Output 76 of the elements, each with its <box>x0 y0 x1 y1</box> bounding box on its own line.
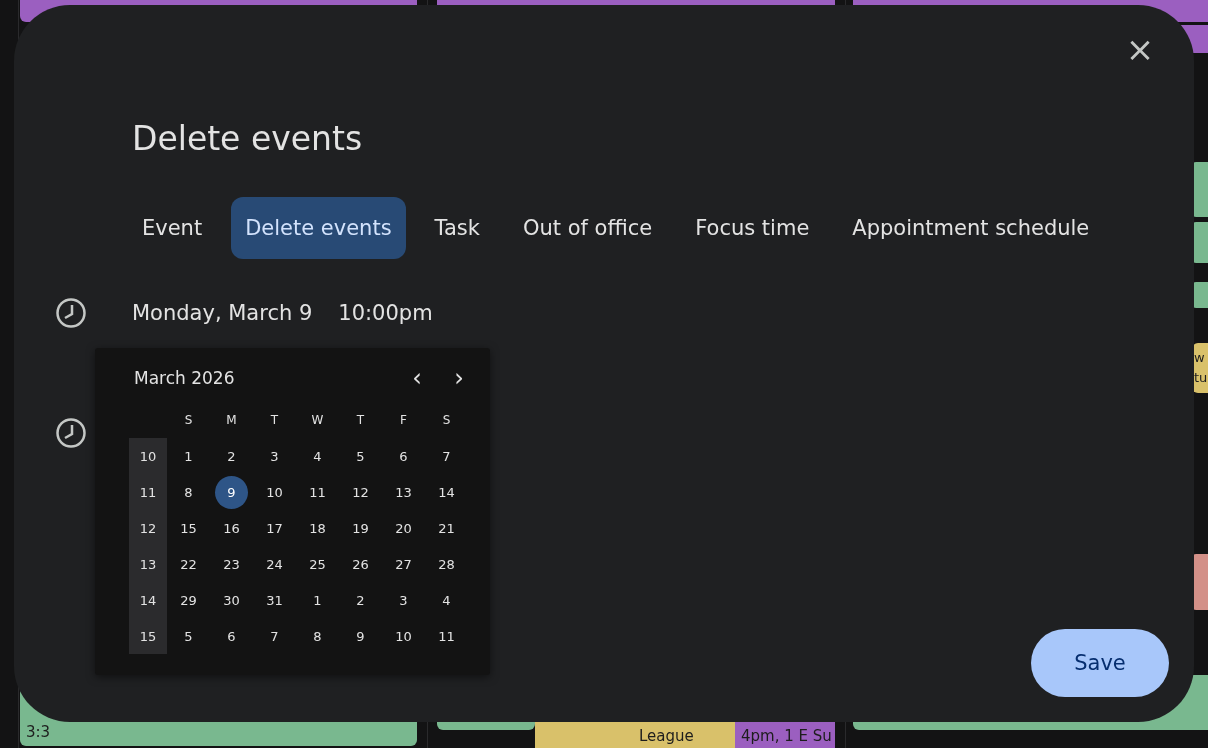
calendar-day[interactable]: 19 <box>344 511 377 545</box>
week-number: 13 <box>138 555 158 574</box>
calendar-day[interactable]: 21 <box>430 511 463 545</box>
event-text: 4pm, 1 E Su <box>741 726 829 746</box>
calendar-day[interactable]: 4 <box>301 439 334 473</box>
close-button[interactable]: × <box>1120 29 1160 69</box>
clock-icon <box>55 417 87 449</box>
week-number: 10 <box>138 447 158 466</box>
calendar-day[interactable]: 29 <box>172 583 205 617</box>
calendar-day[interactable]: 8 <box>301 619 334 653</box>
calendar-day[interactable]: 6 <box>215 619 248 653</box>
calendar-day[interactable]: 30 <box>215 583 248 617</box>
calendar-day[interactable]: 7 <box>430 439 463 473</box>
next-month-button[interactable]: › <box>444 364 474 392</box>
date-text[interactable]: Monday, March 9 <box>132 301 313 325</box>
week-number: 15 <box>138 627 158 646</box>
calendar-day[interactable]: 1 <box>172 439 205 473</box>
calendar-day[interactable]: 4 <box>430 583 463 617</box>
weekday-label: M <box>225 412 238 429</box>
tab[interactable]: Delete events <box>231 197 406 259</box>
calendar-day[interactable]: 7 <box>258 619 291 653</box>
calendar-day[interactable]: 10 <box>387 619 420 653</box>
event-text: League <box>639 726 695 746</box>
calendar-day[interactable]: 12 <box>344 475 377 509</box>
calendar-day[interactable]: 31 <box>258 583 291 617</box>
save-button[interactable]: Save <box>1031 629 1169 697</box>
calendar-day[interactable]: 24 <box>258 547 291 581</box>
calendar-day[interactable]: 26 <box>344 547 377 581</box>
calendar-day[interactable]: 20 <box>387 511 420 545</box>
calendar-day[interactable]: 2 <box>215 439 248 473</box>
calendar-day[interactable]: 11 <box>430 619 463 653</box>
calendar-day[interactable]: 2 <box>344 583 377 617</box>
calendar-day[interactable]: 9 <box>215 475 248 509</box>
week-number: 14 <box>138 591 158 610</box>
calendar-day[interactable]: 5 <box>344 439 377 473</box>
tab[interactable]: Out of office <box>508 197 667 259</box>
calendar-day[interactable]: 6 <box>387 439 420 473</box>
calendar-day[interactable]: 10 <box>258 475 291 509</box>
weekday-label: T <box>269 412 280 429</box>
calendar-day[interactable]: 28 <box>430 547 463 581</box>
month-label: March 2026 <box>133 368 236 388</box>
dialog-title: Delete events <box>132 118 364 160</box>
tab[interactable]: Event <box>128 197 217 259</box>
calendar-day[interactable]: 11 <box>301 475 334 509</box>
calendar-day[interactable]: 25 <box>301 547 334 581</box>
calendar-day[interactable]: 8 <box>172 475 205 509</box>
event-text: w <box>1194 349 1206 367</box>
calendar-day[interactable]: 15 <box>172 511 205 545</box>
event-text: 3:3 <box>26 722 52 742</box>
weekday-label: S <box>183 412 194 429</box>
week-number: 12 <box>138 519 158 538</box>
calendar-day[interactable]: 14 <box>430 475 463 509</box>
event-text: tu <box>1194 369 1208 387</box>
week-number: 11 <box>138 483 158 502</box>
tab[interactable]: Appointment schedule <box>838 197 1104 259</box>
tab[interactable]: Focus time <box>681 197 824 259</box>
weekday-label: S <box>441 412 452 429</box>
calendar-day[interactable]: 27 <box>387 547 420 581</box>
calendar-day[interactable]: 5 <box>172 619 205 653</box>
weekday-label: T <box>355 412 366 429</box>
calendar-day[interactable]: 13 <box>387 475 420 509</box>
clock-icon <box>55 297 87 329</box>
calendar-day[interactable]: 18 <box>301 511 334 545</box>
calendar-day[interactable]: 1 <box>301 583 334 617</box>
calendar-day[interactable]: 3 <box>387 583 420 617</box>
weekday-label: F <box>399 412 408 429</box>
previous-month-button[interactable]: ‹ <box>402 364 432 392</box>
calendar-day[interactable]: 3 <box>258 439 291 473</box>
tab[interactable]: Task <box>420 197 494 259</box>
time-text[interactable]: 10:00pm <box>338 301 433 325</box>
weekday-label: W <box>310 412 325 429</box>
calendar-day[interactable]: 17 <box>258 511 291 545</box>
calendar-day[interactable]: 22 <box>172 547 205 581</box>
calendar-day[interactable]: 23 <box>215 547 248 581</box>
calendar-day[interactable]: 16 <box>215 511 248 545</box>
calendar-day[interactable]: 9 <box>344 619 377 653</box>
